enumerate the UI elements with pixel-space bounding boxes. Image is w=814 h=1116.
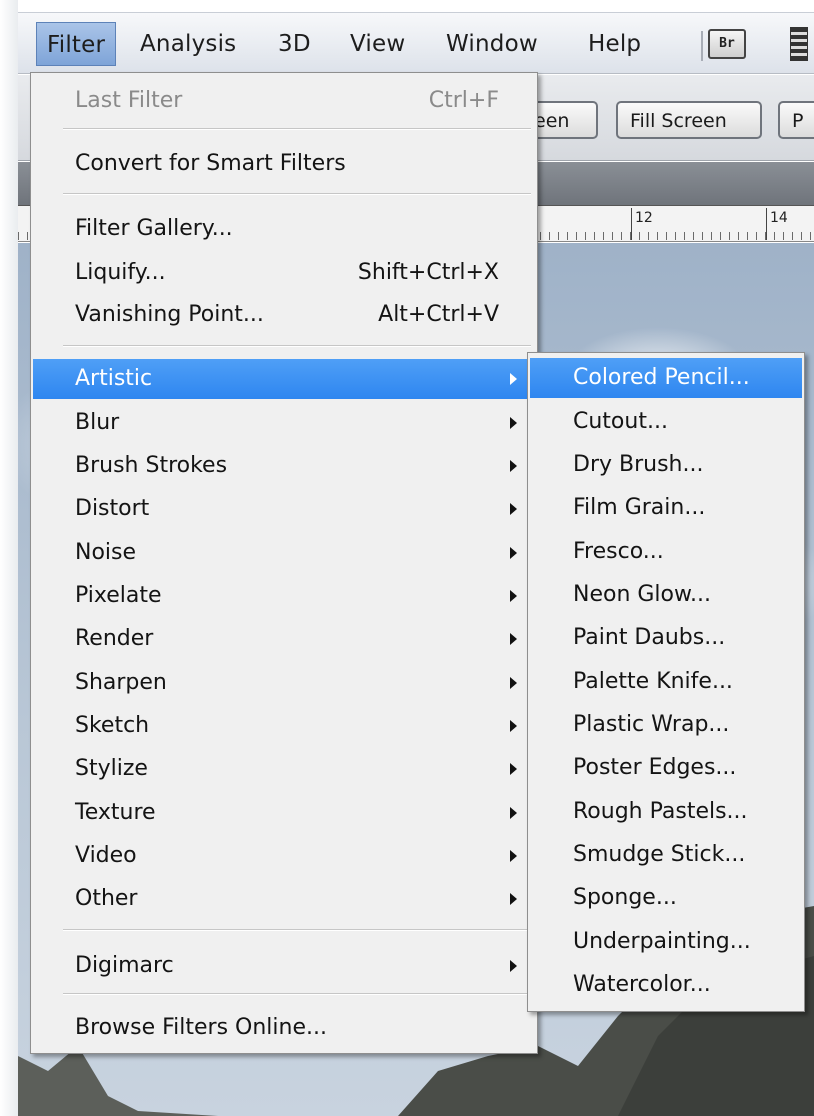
submenu-arrow-icon — [510, 893, 517, 905]
menu-item-digimarc[interactable]: Digimarc — [33, 946, 535, 986]
submenu-arrow-icon — [510, 850, 517, 862]
menu-item-label: Digimarc — [75, 953, 174, 978]
menu-3d[interactable]: 3D — [268, 22, 321, 66]
menu-item-label: Brush Strokes — [75, 453, 228, 478]
submenu-arrow-icon — [510, 373, 517, 385]
menubar-separator — [701, 31, 703, 61]
submenu-item-fresco[interactable]: Fresco... — [530, 532, 802, 572]
menu-item-label: Texture — [75, 800, 156, 825]
submenu-arrow-icon — [510, 763, 517, 775]
menu-filter[interactable]: Filter — [36, 22, 117, 66]
menu-item-filter-gallery[interactable]: Filter Gallery... — [33, 209, 535, 249]
menu-item-last-filter: Last Filter Ctrl+F — [33, 81, 535, 121]
menu-item-vanishing-point[interactable]: Vanishing Point... Alt+Ctrl+V — [33, 295, 535, 335]
menu-help[interactable]: Help — [578, 22, 651, 66]
ruler-major-tick — [766, 208, 767, 240]
ruler-label: 12 — [635, 210, 653, 226]
submenu-arrow-icon — [510, 460, 517, 472]
menu-separator — [63, 345, 531, 347]
submenu-item-poster-edges[interactable]: Poster Edges... — [530, 748, 802, 788]
menu-item-label: Artistic — [75, 366, 153, 391]
menu-item-texture[interactable]: Texture — [33, 793, 535, 833]
menu-item-label: Liquify... — [75, 260, 166, 285]
menu-item-label: Pixelate — [75, 583, 162, 608]
submenu-item-rough-pastels[interactable]: Rough Pastels... — [530, 792, 802, 832]
menu-item-artistic[interactable]: Artistic — [33, 359, 535, 399]
submenu-item-dry-brush[interactable]: Dry Brush... — [530, 445, 802, 485]
submenu-item-film-grain[interactable]: Film Grain... — [530, 488, 802, 528]
workspace-icon[interactable] — [790, 27, 808, 61]
menu-item-stylize[interactable]: Stylize — [33, 749, 535, 789]
menu-item-label: Blur — [75, 410, 120, 435]
submenu-arrow-icon — [510, 417, 517, 429]
menu-item-liquify[interactable]: Liquify... Shift+Ctrl+X — [33, 253, 535, 293]
submenu-arrow-icon — [510, 720, 517, 732]
menu-separator — [63, 128, 531, 130]
submenu-arrow-icon — [510, 633, 517, 645]
menu-item-distort[interactable]: Distort — [33, 489, 535, 529]
submenu-arrow-icon — [510, 547, 517, 559]
menu-item-sharpen[interactable]: Sharpen — [33, 663, 535, 703]
menu-item-browse-filters-online[interactable]: Browse Filters Online... — [33, 1008, 535, 1048]
menu-item-label: Other — [75, 886, 138, 911]
menu-item-label: Sharpen — [75, 670, 167, 695]
submenu-item-watercolor[interactable]: Watercolor... — [530, 965, 802, 1005]
menu-item-brush-strokes[interactable]: Brush Strokes — [33, 446, 535, 486]
menu-item-blur[interactable]: Blur — [33, 403, 535, 443]
fill-screen-button[interactable]: Fill Screen — [616, 101, 762, 139]
menu-window[interactable]: Window — [436, 22, 548, 66]
bridge-icon[interactable]: Br — [708, 29, 746, 59]
submenu-item-sponge[interactable]: Sponge... — [530, 878, 802, 918]
menu-item-convert-smart-filters[interactable]: Convert for Smart Filters — [33, 144, 535, 184]
submenu-item-palette-knife[interactable]: Palette Knife... — [530, 662, 802, 702]
menu-item-label: Vanishing Point... — [75, 302, 264, 327]
ruler-major-tick — [631, 208, 632, 240]
submenu-arrow-icon — [510, 677, 517, 689]
menu-item-label: Render — [75, 626, 154, 651]
menu-separator — [63, 193, 531, 195]
menu-item-label: Distort — [75, 496, 150, 521]
submenu-arrow-icon — [510, 807, 517, 819]
menu-item-label: Sketch — [75, 713, 150, 738]
menu-analysis[interactable]: Analysis — [130, 22, 246, 66]
submenu-item-underpainting[interactable]: Underpainting... — [530, 922, 802, 962]
submenu-arrow-icon — [510, 503, 517, 515]
print-size-button[interactable]: P — [778, 101, 814, 139]
filter-menu: Last Filter Ctrl+F Convert for Smart Fil… — [30, 72, 538, 1054]
menu-item-label: Last Filter — [75, 88, 183, 113]
window-edge — [0, 0, 18, 1116]
menu-item-label: Noise — [75, 540, 137, 565]
artistic-submenu: Colored Pencil... Cutout... Dry Brush...… — [527, 352, 805, 1012]
menu-item-label: Filter Gallery... — [75, 216, 233, 241]
menu-item-label: Stylize — [75, 756, 148, 781]
submenu-item-cutout[interactable]: Cutout... — [530, 402, 802, 442]
submenu-item-colored-pencil[interactable]: Colored Pencil... — [530, 358, 802, 398]
submenu-item-smudge-stick[interactable]: Smudge Stick... — [530, 835, 802, 875]
shortcut-label: Shift+Ctrl+X — [357, 260, 499, 285]
submenu-arrow-icon — [510, 960, 517, 972]
menu-item-other[interactable]: Other — [33, 879, 535, 919]
menu-separator — [63, 993, 531, 995]
menu-item-video[interactable]: Video — [33, 836, 535, 876]
menu-separator — [63, 929, 531, 931]
menu-bar: Filter Analysis 3D View Window Help Br — [18, 12, 814, 74]
shortcut-label: Alt+Ctrl+V — [378, 302, 499, 327]
menu-item-label: Video — [75, 843, 137, 868]
shortcut-label: Ctrl+F — [428, 88, 499, 113]
menu-item-noise[interactable]: Noise — [33, 533, 535, 573]
menu-item-pixelate[interactable]: Pixelate — [33, 576, 535, 616]
submenu-item-plastic-wrap[interactable]: Plastic Wrap... — [530, 705, 802, 745]
menu-item-sketch[interactable]: Sketch — [33, 706, 535, 746]
submenu-item-neon-glow[interactable]: Neon Glow... — [530, 575, 802, 615]
submenu-arrow-icon — [510, 590, 517, 602]
menu-item-label: Browse Filters Online... — [75, 1015, 327, 1040]
menu-item-label: Convert for Smart Filters — [75, 151, 346, 176]
menu-item-render[interactable]: Render — [33, 619, 535, 659]
submenu-item-paint-daubs[interactable]: Paint Daubs... — [530, 618, 802, 658]
ruler-label: 14 — [770, 210, 788, 226]
menu-view[interactable]: View — [340, 22, 415, 66]
